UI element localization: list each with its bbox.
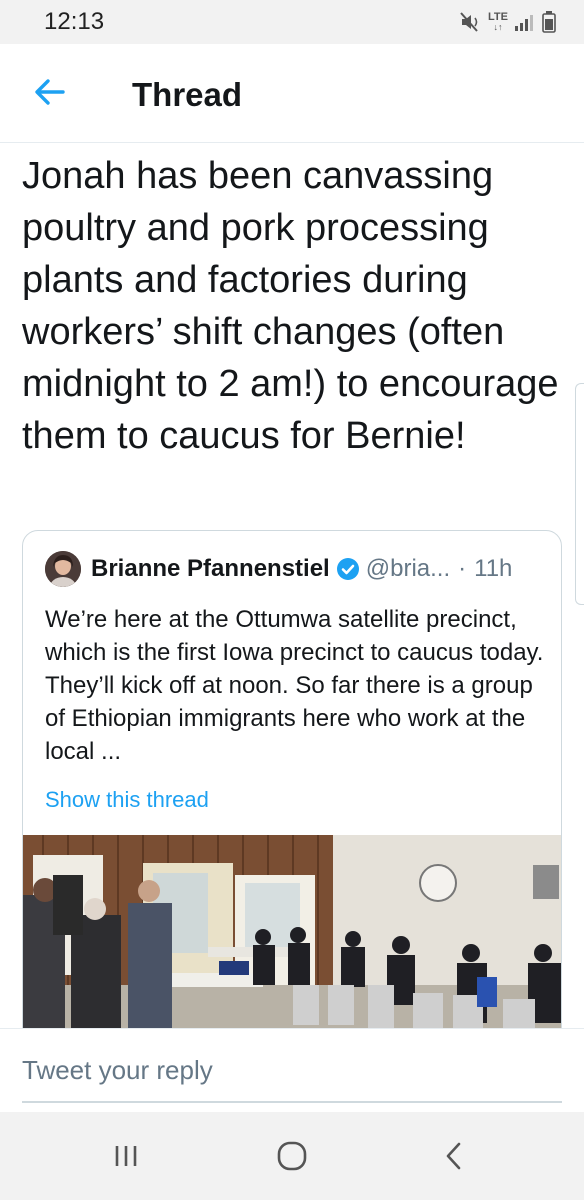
quoted-tweet-text: We’re here at the Ottumwa satellite prec… — [45, 606, 544, 765]
thread-header: Thread — [0, 44, 584, 143]
separator: · — [458, 555, 467, 582]
tweet-age: 11h — [474, 555, 513, 582]
home-button[interactable] — [262, 1130, 322, 1182]
author-name[interactable]: Brianne Pfannenstiel — [91, 555, 330, 583]
nav-back-button[interactable] — [424, 1130, 484, 1182]
quoted-tweet-card[interactable]: Brianne Pfannenstiel @bria... · 11h We’r… — [22, 530, 562, 1062]
back-arrow-icon — [35, 79, 65, 105]
reply-bar: Tweet your reply — [0, 1028, 584, 1113]
scrollbar-handle[interactable] — [575, 383, 584, 605]
home-icon — [277, 1141, 307, 1171]
show-thread-link[interactable]: Show this thread — [45, 787, 209, 813]
mute-icon — [460, 12, 478, 32]
verified-badge-icon — [336, 558, 359, 580]
reply-input[interactable]: Tweet your reply — [22, 1055, 213, 1086]
reply-underline — [22, 1101, 562, 1103]
clock: 12:13 — [44, 8, 105, 35]
avatar[interactable] — [45, 551, 81, 587]
page-title: Thread — [132, 76, 243, 113]
system-nav-bar — [0, 1112, 584, 1200]
recent-apps-icon — [115, 1146, 137, 1166]
back-button[interactable] — [24, 66, 76, 118]
battery-icon — [542, 11, 556, 33]
author-handle[interactable]: @bria... — [366, 555, 450, 583]
status-bar: 12:13 LTE ↓↑ — [0, 0, 584, 44]
status-icons: LTE ↓↑ — [460, 10, 556, 34]
chevron-left-icon — [446, 1142, 461, 1170]
quoted-tweet-header: Brianne Pfannenstiel @bria... · 11h — [45, 551, 512, 587]
signal-icon — [515, 15, 533, 31]
recent-apps-button[interactable] — [96, 1130, 156, 1182]
tweet-text: Jonah has been canvassing poultry and po… — [22, 155, 559, 457]
lte-indicator: LTE ↓↑ — [488, 11, 508, 33]
